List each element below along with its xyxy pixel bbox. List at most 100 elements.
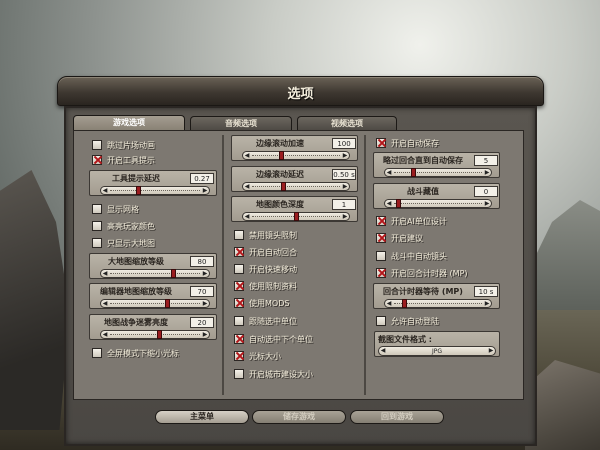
format-picker[interactable]: ◀ JPG ▶ bbox=[378, 346, 496, 356]
arrow-right-icon[interactable]: ▶ bbox=[487, 347, 495, 355]
checkbox[interactable] bbox=[376, 216, 386, 226]
edge-scroll-delay-slider[interactable]: 边缘滚动延迟 0.50 s ◀ ▶ bbox=[231, 166, 358, 192]
arrow-left-icon[interactable]: ◀ bbox=[385, 169, 393, 176]
arrow-right-icon[interactable]: ▶ bbox=[201, 300, 209, 307]
checkbox[interactable] bbox=[376, 138, 386, 148]
arrow-right-icon[interactable]: ▶ bbox=[201, 331, 209, 338]
slider-thumb[interactable] bbox=[278, 151, 284, 160]
main-menu-button[interactable]: 主菜单 bbox=[155, 410, 249, 424]
tab-audio-options[interactable]: 音频选项 bbox=[190, 116, 292, 131]
checkbox[interactable] bbox=[234, 281, 244, 291]
turns-until-autosave-slider[interactable]: 略过回合直到自动保存 5 ◀ ▶ bbox=[373, 152, 500, 178]
arrow-left-icon[interactable]: ◀ bbox=[379, 347, 387, 355]
arrow-right-icon[interactable]: ▶ bbox=[483, 300, 491, 307]
arrow-right-icon[interactable]: ▶ bbox=[341, 183, 349, 190]
slider-thumb[interactable] bbox=[171, 269, 177, 278]
checkbox[interactable] bbox=[92, 155, 102, 165]
tooltips-toggle[interactable]: 开启工具提示 bbox=[92, 154, 155, 166]
advice-toggle[interactable]: 开启建议 bbox=[376, 232, 423, 244]
checkbox[interactable] bbox=[234, 369, 244, 379]
arrow-left-icon[interactable]: ◀ bbox=[101, 187, 109, 194]
slider-thumb[interactable] bbox=[135, 186, 141, 195]
arrow-left-icon[interactable]: ◀ bbox=[243, 152, 251, 159]
disable-camera-limit-toggle[interactable]: 禁用镜头限制 bbox=[234, 229, 297, 241]
slider-thumb[interactable] bbox=[281, 182, 287, 191]
slider-thumb[interactable] bbox=[402, 299, 408, 308]
use-mods-toggle[interactable]: 使用MODS bbox=[234, 297, 289, 309]
slider-track[interactable]: ◀ ▶ bbox=[100, 330, 210, 339]
skip-cutscene-toggle[interactable]: 跳过片场动画 bbox=[92, 139, 155, 151]
slider-track[interactable]: ◀ ▶ bbox=[384, 199, 492, 208]
slider-track[interactable]: ◀ ▶ bbox=[100, 299, 210, 308]
slider-track[interactable]: ◀ ▶ bbox=[242, 151, 350, 160]
checkbox[interactable] bbox=[234, 298, 244, 308]
turn-timer-wait-slider[interactable]: 回合计时器等待 (MP) 10 s ◀ ▶ bbox=[373, 283, 500, 309]
checkbox[interactable] bbox=[234, 334, 244, 344]
checkbox[interactable] bbox=[376, 251, 386, 261]
arrow-left-icon[interactable]: ◀ bbox=[385, 200, 393, 207]
fog-of-war-brightness-slider[interactable]: 地图战争迷雾亮度 20 ◀ ▶ bbox=[89, 314, 217, 340]
checkbox[interactable] bbox=[376, 233, 386, 243]
edge-scroll-speed-slider[interactable]: 边缘滚动加速 100 ◀ ▶ bbox=[231, 135, 358, 161]
slider-track[interactable]: ◀ ▶ bbox=[384, 299, 492, 308]
arrow-right-icon[interactable]: ▶ bbox=[341, 152, 349, 159]
slider-thumb[interactable] bbox=[156, 330, 162, 339]
slider-track[interactable]: ◀ ▶ bbox=[100, 269, 210, 278]
checkbox[interactable] bbox=[92, 140, 102, 150]
checkbox[interactable] bbox=[92, 238, 102, 248]
arrow-left-icon[interactable]: ◀ bbox=[101, 331, 109, 338]
slider-track[interactable]: ◀ ▶ bbox=[100, 186, 210, 195]
checkbox[interactable] bbox=[92, 221, 102, 231]
arrow-right-icon[interactable]: ▶ bbox=[483, 169, 491, 176]
autosave-toggle[interactable]: 开启自动保存 bbox=[376, 137, 439, 149]
checkbox[interactable] bbox=[234, 247, 244, 257]
slider-track[interactable]: ◀ ▶ bbox=[384, 168, 492, 177]
slider-thumb[interactable] bbox=[293, 212, 299, 221]
ai-unit-design-toggle[interactable]: 开启AI单位设计 bbox=[376, 215, 447, 227]
auto-end-turn-toggle[interactable]: 开启自动回合 bbox=[234, 246, 297, 258]
arrow-left-icon[interactable]: ◀ bbox=[101, 300, 109, 307]
shrink-cursor-toggle[interactable]: 全屏模式下缩小光标 bbox=[92, 347, 179, 359]
combat-auto-camera-toggle[interactable]: 战斗中自动镜头 bbox=[376, 250, 447, 262]
strategic-map-only-toggle[interactable]: 只显示大地图 bbox=[92, 237, 155, 249]
arrow-left-icon[interactable]: ◀ bbox=[385, 300, 393, 307]
combat-threshold-slider[interactable]: 战斗藏值 0 ◀ ▶ bbox=[373, 183, 500, 209]
quick-movement-toggle[interactable]: 开启快速移动 bbox=[234, 263, 297, 275]
tooltip-delay-slider[interactable]: 工具提示延迟 0.27 ◀ ▶ bbox=[89, 170, 217, 196]
cursor-size-toggle[interactable]: 光标大小 bbox=[234, 350, 281, 362]
tab-video-options[interactable]: 视频选项 bbox=[297, 116, 397, 131]
checkbox[interactable] bbox=[376, 268, 386, 278]
follow-selected-unit-toggle[interactable]: 跟随选中单位 bbox=[234, 315, 297, 327]
arrow-left-icon[interactable]: ◀ bbox=[101, 270, 109, 277]
checkbox[interactable] bbox=[234, 230, 244, 240]
arrow-right-icon[interactable]: ▶ bbox=[201, 270, 209, 277]
checkbox[interactable] bbox=[92, 204, 102, 214]
arrow-left-icon[interactable]: ◀ bbox=[243, 213, 251, 220]
show-grid-toggle[interactable]: 显示网格 bbox=[92, 203, 139, 215]
checkbox[interactable] bbox=[234, 316, 244, 326]
editor-map-zoom-slider[interactable]: 编辑器地图缩放等级 70 ◀ ▶ bbox=[89, 283, 217, 309]
slider-track[interactable]: ◀ ▶ bbox=[242, 212, 350, 221]
slider-thumb[interactable] bbox=[395, 199, 401, 208]
arrow-right-icon[interactable]: ▶ bbox=[201, 187, 209, 194]
return-to-game-button[interactable]: 回到游戏 bbox=[350, 410, 444, 424]
arrow-right-icon[interactable]: ▶ bbox=[483, 200, 491, 207]
slider-track[interactable]: ◀ ▶ bbox=[242, 182, 350, 191]
turn-timer-toggle[interactable]: 开启回合计时器 (MP) bbox=[376, 267, 468, 279]
highlight-player-color-toggle[interactable]: 高亮玩家颜色 bbox=[92, 220, 155, 232]
slider-thumb[interactable] bbox=[410, 168, 416, 177]
checkbox[interactable] bbox=[234, 351, 244, 361]
checkbox[interactable] bbox=[234, 264, 244, 274]
restricted-data-toggle[interactable]: 使用限制资料 bbox=[234, 280, 297, 292]
city-build-size-toggle[interactable]: 开启城市建设大小 bbox=[234, 368, 313, 380]
world-map-zoom-slider[interactable]: 大地图缩放等级 80 ◀ ▶ bbox=[89, 253, 217, 279]
save-game-button[interactable]: 储存游戏 bbox=[252, 410, 346, 424]
arrow-left-icon[interactable]: ◀ bbox=[243, 183, 251, 190]
checkbox[interactable] bbox=[376, 316, 386, 326]
auto-landing-toggle[interactable]: 允许自动登陆 bbox=[376, 315, 439, 327]
arrow-right-icon[interactable]: ▶ bbox=[341, 213, 349, 220]
screenshot-format-selector[interactable]: 截图文件格式 : ◀ JPG ▶ bbox=[374, 331, 500, 357]
slider-thumb[interactable] bbox=[165, 299, 171, 308]
map-color-depth-slider[interactable]: 地图颜色深度 1 ◀ ▶ bbox=[231, 196, 358, 222]
auto-select-next-unit-toggle[interactable]: 自动选中下个单位 bbox=[234, 333, 313, 345]
